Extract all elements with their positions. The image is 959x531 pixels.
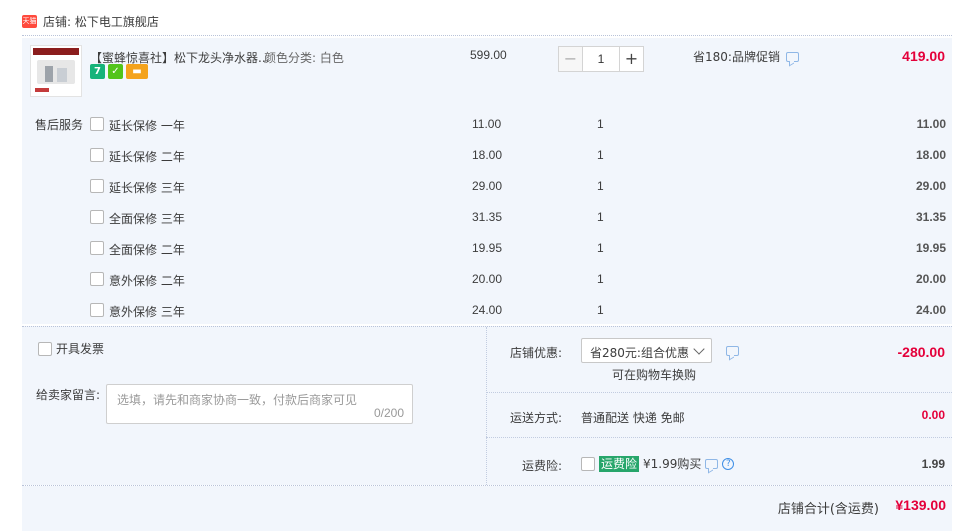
chevron-down-icon — [693, 343, 705, 355]
service-price: 18.00 — [472, 148, 503, 162]
seven-day-return-icon[interactable]: 7 — [90, 64, 105, 79]
service-row: 延长保修 三年 29.00 1 29.00 — [0, 178, 959, 209]
service-checkbox[interactable] — [90, 148, 104, 162]
service-row: 全面保修 三年 31.35 1 31.35 — [0, 209, 959, 240]
service-row: 延长保修 二年 18.00 1 18.00 — [0, 147, 959, 178]
invoice-label: 开具发票 — [56, 342, 105, 356]
shipping-label: 运送方式: — [510, 411, 563, 425]
shipping-method: 普通配送 快递 免邮 — [581, 411, 685, 425]
service-checkbox[interactable] — [90, 179, 104, 193]
shop-header: 天猫 店铺: 松下电工旗舰店 — [22, 11, 159, 31]
product-thumbnail[interactable] — [30, 45, 82, 97]
service-checkbox[interactable] — [90, 272, 104, 286]
divider — [486, 392, 952, 393]
increase-quantity-button[interactable]: + — [619, 46, 644, 72]
service-price: 29.00 — [472, 179, 503, 193]
service-sum: 11.00 — [916, 117, 946, 131]
service-name: 全面保修 三年 — [109, 212, 185, 226]
service-qty: 1 — [597, 117, 604, 131]
insurance-price: ¥1.99购买 — [643, 457, 702, 471]
service-row: 全面保修 二年 19.95 1 19.95 — [0, 240, 959, 271]
service-qty: 1 — [597, 210, 604, 224]
chat-icon[interactable] — [785, 51, 799, 62]
shop-discount-select[interactable]: 省280元:组合优惠 — [581, 338, 712, 363]
shop-discount-label: 店铺优惠: — [510, 346, 563, 360]
service-sum: 24.00 — [915, 303, 946, 317]
shipping-amount: 0.00 — [921, 408, 945, 422]
insurance-label: 运费险: — [522, 459, 563, 473]
shop-total-label: 店铺合计(含运费) — [777, 502, 879, 517]
tmall-logo-icon: 天猫 — [22, 14, 37, 28]
service-bag-icon[interactable]: ✓ — [108, 64, 123, 79]
service-price: 31.35 — [472, 210, 503, 224]
insurance-amount: 1.99 — [921, 457, 945, 471]
service-qty: 1 — [597, 272, 604, 286]
service-qty: 1 — [597, 179, 604, 193]
promotion-text: 省180:品牌促销 — [693, 50, 780, 64]
shop-name[interactable]: 店铺: 松下电工旗舰店 — [43, 13, 159, 30]
service-name: 意外保修 二年 — [109, 274, 185, 288]
divider — [22, 35, 952, 36]
service-name: 延长保修 一年 — [109, 119, 185, 133]
service-checkbox[interactable] — [90, 210, 104, 224]
service-qty: 1 — [597, 148, 604, 162]
service-checkbox[interactable] — [90, 117, 104, 131]
service-sum: 20.00 — [915, 272, 946, 286]
help-icon[interactable]: ? — [722, 457, 735, 470]
service-price: 19.95 — [472, 241, 503, 255]
message-placeholder: 选填，请先和商家协商一致，付款后商家可见 — [117, 393, 358, 407]
item-subtotal: 419.00 — [902, 48, 945, 64]
shop-discount-value: 省280元:组合优惠 — [590, 346, 689, 360]
chat-icon[interactable] — [705, 458, 719, 469]
quantity-input[interactable]: 1 — [583, 46, 619, 72]
product-sku: 颜色分类: 白色 — [264, 51, 344, 65]
service-name: 延长保修 二年 — [109, 150, 185, 164]
service-qty: 1 — [597, 241, 604, 255]
service-sum: 29.00 — [915, 179, 946, 193]
insurance-tag: 运费险 — [599, 455, 640, 472]
message-char-count: 0/200 — [373, 406, 404, 420]
chat-icon[interactable] — [726, 346, 739, 356]
quantity-stepper: − 1 + — [558, 46, 644, 72]
invoice-option[interactable]: 开具发票 — [38, 340, 104, 357]
service-name: 全面保修 二年 — [109, 243, 185, 257]
seller-message-input[interactable]: 选填，请先和商家协商一致，付款后商家可见 0/200 — [106, 384, 413, 424]
shop-total-value: ¥139.00 — [895, 497, 946, 513]
service-sum: 19.95 — [915, 241, 946, 255]
service-name: 意外保修 三年 — [109, 305, 185, 319]
service-sum: 18.00 — [915, 148, 946, 162]
unit-price: 599.00 — [470, 48, 507, 62]
service-row: 意外保修 二年 20.00 1 20.00 — [0, 271, 959, 302]
service-price: 24.00 — [472, 303, 503, 317]
insurance-checkbox[interactable] — [581, 456, 595, 471]
service-price: 20.00 — [472, 272, 503, 286]
service-checkbox[interactable] — [90, 303, 104, 317]
divider — [486, 437, 952, 438]
service-qty: 1 — [597, 303, 604, 317]
promotion: 省180:品牌促销 — [693, 48, 799, 65]
product-badges: 7 ✓ ▬ — [90, 64, 148, 79]
insurance-option: 运费险 ¥1.99购买 ? — [581, 455, 735, 472]
service-price: 11.00 — [472, 117, 502, 131]
message-label: 给卖家留言: — [36, 388, 101, 402]
invoice-checkbox[interactable] — [38, 341, 52, 356]
decrease-quantity-button[interactable]: − — [558, 46, 583, 72]
divider — [486, 327, 487, 485]
discount-note: 可在购物车换购 — [612, 368, 697, 382]
service-checkbox[interactable] — [90, 241, 104, 255]
credit-card-icon[interactable]: ▬ — [126, 64, 148, 79]
discount-amount: -280.00 — [897, 344, 945, 360]
service-name: 延长保修 三年 — [109, 181, 185, 195]
service-sum: 31.35 — [915, 210, 946, 224]
service-row: 延长保修 一年 11.00 1 11.00 — [0, 116, 959, 147]
